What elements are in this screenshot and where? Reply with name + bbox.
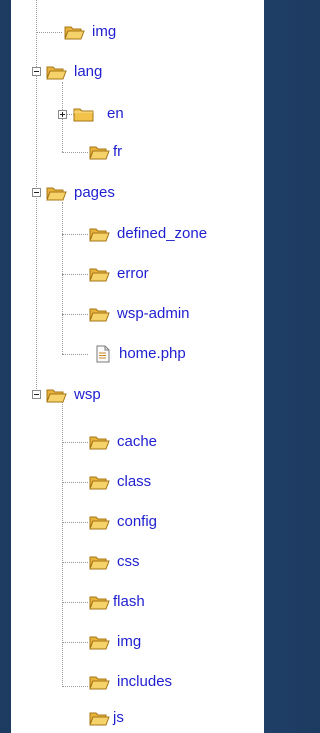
tree-item-config[interactable]: config	[89, 512, 157, 532]
tree-item-label: includes	[117, 673, 173, 690]
tree-item-label: home.php	[119, 345, 186, 362]
tree-item-class[interactable]: class	[89, 472, 151, 492]
tree-item-lang[interactable]: lang	[46, 62, 102, 82]
tree-item-label: wsp-admin	[117, 305, 190, 322]
folder-open-icon	[89, 434, 111, 450]
tree-connector	[62, 642, 88, 643]
folder-open-icon	[89, 710, 111, 726]
tree-connector	[62, 442, 88, 443]
folder-open-icon	[64, 24, 86, 40]
tree-item-label: img	[117, 633, 142, 650]
tree-item-wsp-admin[interactable]: wsp-admin	[89, 304, 190, 324]
tree-item-label: lang	[74, 63, 103, 80]
tree-connector	[62, 202, 63, 354]
tree-item-label: pages	[74, 184, 115, 201]
tree-connector	[62, 234, 88, 235]
folder-open-icon	[46, 185, 68, 201]
tree-item-flash[interactable]: flash	[89, 592, 145, 612]
tree-item-label: config	[117, 513, 158, 530]
tree-connector	[62, 686, 88, 687]
tree-connector	[36, 0, 37, 395]
folder-open-icon	[46, 387, 68, 403]
collapse-toggle-pages[interactable]	[32, 188, 41, 197]
tree-item-wsp[interactable]: wsp	[46, 385, 101, 405]
folder-open-icon	[89, 514, 111, 530]
folder-open-icon	[89, 266, 111, 282]
tree-item-label: defined_zone	[117, 225, 208, 242]
tree-item-css[interactable]: css	[89, 552, 140, 572]
tree-connector	[62, 602, 88, 603]
folder-open-icon	[89, 474, 111, 490]
tree-item-error[interactable]: error	[89, 264, 149, 284]
tree-item-label: cache	[117, 433, 158, 450]
folder-open-icon	[89, 144, 111, 160]
folder-open-icon	[89, 674, 111, 690]
tree-connector	[62, 522, 88, 523]
tree-connector	[62, 314, 88, 315]
collapse-toggle-wsp[interactable]	[32, 390, 41, 399]
tree-item-label: class	[117, 473, 152, 490]
tree-connector	[62, 562, 88, 563]
tree-item-label: en	[107, 105, 124, 122]
folder-open-icon	[89, 634, 111, 650]
tree-item-img-wsp[interactable]: img	[89, 632, 141, 652]
tree-item-label: flash	[113, 593, 145, 610]
tree-item-img[interactable]: img	[64, 22, 116, 42]
tree-connector	[62, 152, 88, 153]
tree-item-en[interactable]: en	[73, 104, 124, 124]
file-tree-panel: img lang en fr pages defined_zone error …	[11, 0, 264, 733]
folder-open-icon	[46, 64, 68, 80]
folder-open-icon	[89, 226, 111, 242]
tree-item-label: js	[113, 709, 124, 726]
tree-item-js[interactable]: js	[89, 708, 124, 728]
expand-toggle-en[interactable]	[58, 110, 67, 119]
tree-item-defined-zone[interactable]: defined_zone	[89, 224, 207, 244]
collapse-toggle-lang[interactable]	[32, 67, 41, 76]
folder-open-icon	[89, 306, 111, 322]
folder-open-icon	[89, 594, 111, 610]
tree-connector	[62, 354, 88, 355]
tree-item-label: css	[117, 553, 140, 570]
tree-item-label: error	[117, 265, 149, 282]
tree-item-includes[interactable]: includes	[89, 672, 172, 692]
tree-item-fr[interactable]: fr	[89, 142, 122, 162]
tree-item-cache[interactable]: cache	[89, 432, 157, 452]
tree-connector	[36, 32, 62, 33]
tree-item-label: fr	[113, 143, 123, 160]
tree-item-home-php[interactable]: home.php	[95, 344, 186, 364]
tree-item-pages[interactable]: pages	[46, 183, 115, 203]
tree-connector	[62, 482, 88, 483]
folder-closed-icon	[73, 106, 95, 122]
tree-item-label: wsp	[74, 386, 101, 403]
tree-connector	[62, 274, 88, 275]
folder-open-icon	[89, 554, 111, 570]
file-icon	[95, 345, 111, 363]
tree-item-label: img	[92, 23, 117, 40]
